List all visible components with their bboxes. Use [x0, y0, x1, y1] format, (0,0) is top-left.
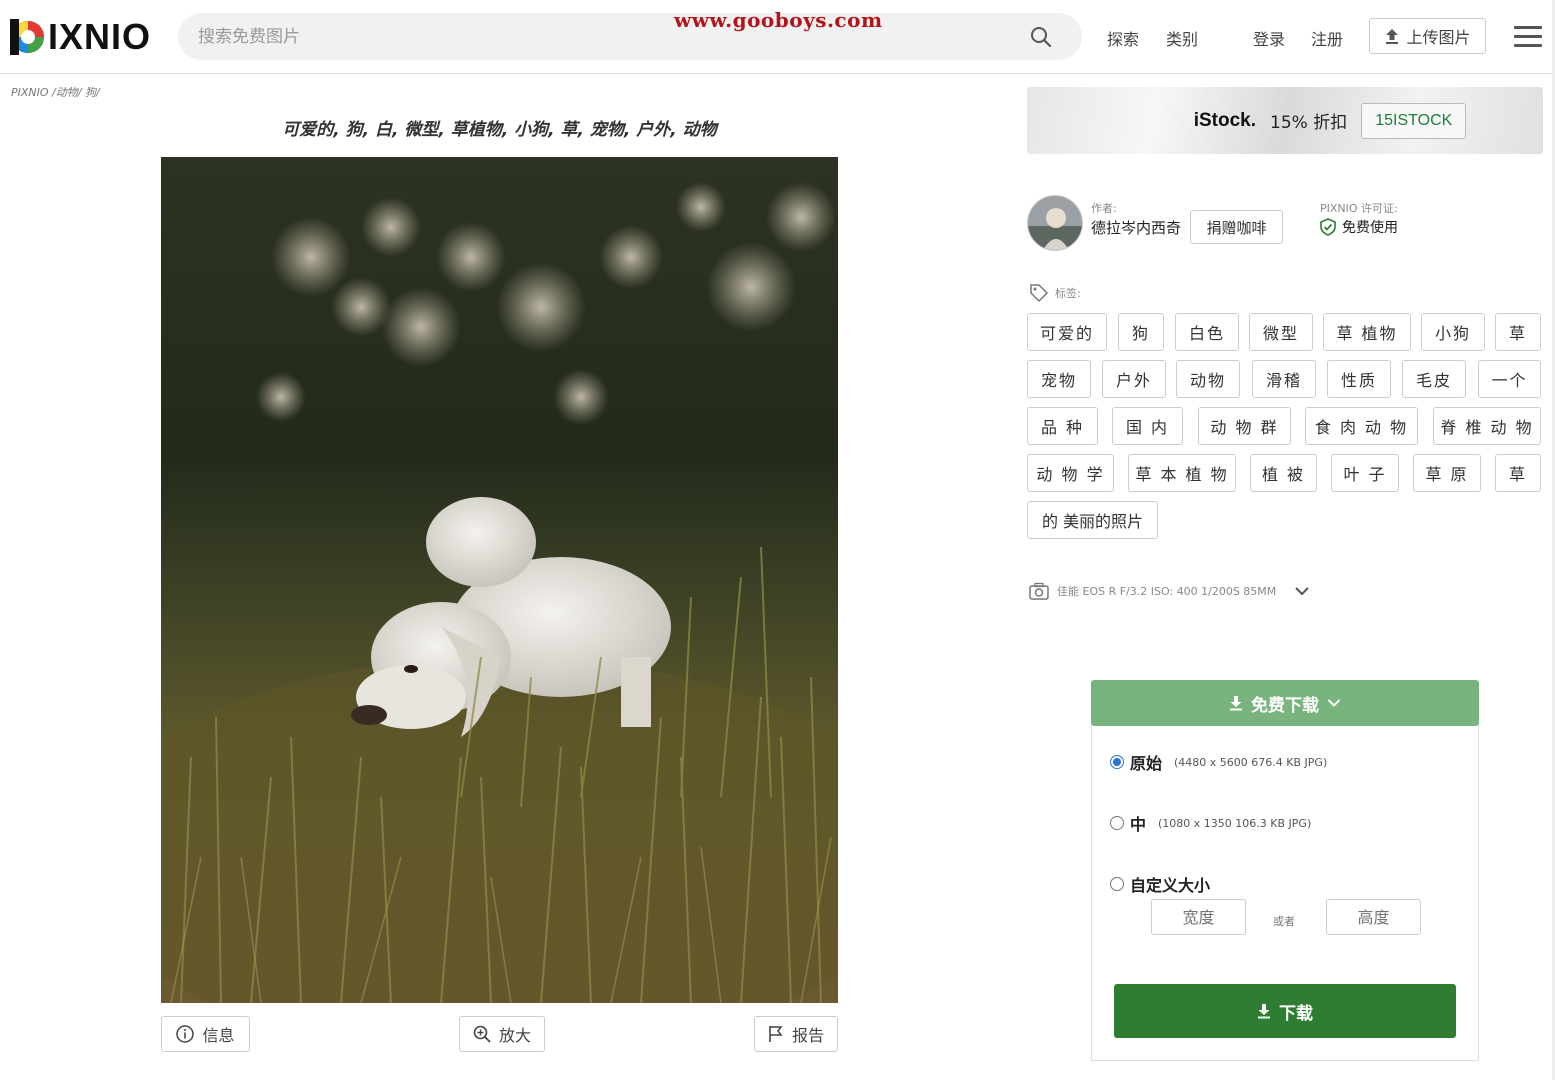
- size-option-medium[interactable]: 中 (1080 x 1350 106.3 KB JPG): [1110, 811, 1311, 835]
- watermark-text: www.gooboys.com: [674, 8, 883, 32]
- chevron-down-icon[interactable]: [1294, 585, 1310, 597]
- donate-coffee-button[interactable]: 捐赠咖啡: [1190, 210, 1283, 244]
- upload-icon: [1386, 29, 1399, 44]
- camera-icon: [1029, 582, 1049, 600]
- tag-chip[interactable]: 食 肉 动 物: [1305, 407, 1418, 445]
- download-button[interactable]: 下载: [1114, 984, 1456, 1038]
- search-icon[interactable]: [1030, 26, 1052, 48]
- tag-chip[interactable]: 微型: [1249, 313, 1313, 351]
- download-options-panel: 原始 (4480 x 5600 676.4 KB JPG) 中 (1080 x …: [1091, 726, 1479, 1061]
- page-title: 可爱的, 狗, 白, 微型, 草植物, 小狗, 草, 宠物, 户外, 动物: [282, 120, 717, 140]
- option-label: 原始: [1130, 754, 1163, 773]
- tag-chip[interactable]: 动 物 学: [1027, 454, 1114, 492]
- top-header: IXNIO www.gooboys.com 探索 类别 登录 注册 上传图片: [0, 0, 1555, 74]
- height-input[interactable]: [1326, 899, 1421, 935]
- ad-brand: iStock.: [1193, 109, 1257, 131]
- nav-categories-link[interactable]: 类别: [1166, 26, 1198, 50]
- nav-login-link[interactable]: 登录: [1253, 26, 1285, 50]
- tag-chip[interactable]: 动物: [1176, 360, 1240, 398]
- option-label: 中: [1130, 815, 1147, 834]
- license-label: PIXNIO 许可证:: [1320, 202, 1398, 215]
- tag-chip[interactable]: 动 物 群: [1198, 407, 1291, 445]
- flag-icon: [769, 1026, 783, 1042]
- tag-chip[interactable]: 的 美丽的照片: [1027, 501, 1158, 539]
- nav-explore-link[interactable]: 探索: [1107, 26, 1139, 50]
- zoom-button[interactable]: 放大: [459, 1016, 545, 1052]
- download-icon: [1258, 1004, 1270, 1019]
- tags-label: 标签:: [1055, 287, 1081, 300]
- photo-illustration: [161, 157, 838, 1003]
- camera-aperture-logo-icon: [10, 19, 44, 55]
- author-avatar[interactable]: [1027, 195, 1083, 251]
- breadcrumb[interactable]: PIXNIO /动物/ 狗/: [11, 84, 100, 100]
- download-icon: [1230, 696, 1242, 711]
- tag-chip[interactable]: 小狗: [1421, 313, 1485, 351]
- width-input[interactable]: [1151, 899, 1246, 935]
- license-value: 免费使用: [1320, 217, 1398, 237]
- report-button-label: 报告: [791, 1026, 824, 1045]
- radio-medium[interactable]: [1110, 816, 1124, 830]
- author-label: 作者:: [1091, 202, 1117, 215]
- tag-chip[interactable]: 草 本 植 物: [1128, 454, 1236, 492]
- tag-chip[interactable]: 叶 子: [1331, 454, 1399, 492]
- info-icon: [176, 1025, 195, 1043]
- info-button[interactable]: 信息: [161, 1016, 250, 1052]
- or-separator: 或者: [1273, 915, 1295, 928]
- tag-icon: [1030, 284, 1049, 303]
- option-meta: (4480 x 5600 676.4 KB JPG): [1174, 755, 1328, 769]
- upload-image-button[interactable]: 上传图片: [1369, 18, 1486, 54]
- tag-chip[interactable]: 毛皮: [1402, 360, 1466, 398]
- hamburger-menu-icon[interactable]: [1514, 26, 1542, 47]
- upload-button-label: 上传图片: [1406, 28, 1471, 47]
- main-photo-white-dog-in-grass[interactable]: [161, 157, 838, 1003]
- tag-chip[interactable]: 植 被: [1250, 454, 1317, 492]
- tag-chip[interactable]: 一个: [1478, 360, 1541, 398]
- tag-chip[interactable]: 狗: [1118, 313, 1164, 351]
- size-option-custom[interactable]: 自定义大小: [1110, 872, 1210, 896]
- camera-info[interactable]: 佳能 EOS R F/3.2 ISO: 400 1/200S 85MM: [1029, 582, 1310, 600]
- size-option-original[interactable]: 原始 (4480 x 5600 676.4 KB JPG): [1110, 750, 1327, 774]
- free-download-dropdown[interactable]: 免费下载: [1091, 680, 1479, 726]
- logo-text: IXNIO: [48, 16, 152, 57]
- radio-original[interactable]: [1110, 755, 1124, 769]
- tag-chip[interactable]: 户外: [1102, 360, 1166, 398]
- tag-chip[interactable]: 草 原: [1413, 454, 1481, 492]
- shield-check-icon: [1320, 218, 1336, 236]
- zoom-in-icon: [473, 1025, 491, 1043]
- pixnio-logo[interactable]: IXNIO: [10, 16, 152, 57]
- avatar-image: [1028, 196, 1082, 250]
- tag-chip[interactable]: 草 植物: [1323, 313, 1411, 351]
- report-button[interactable]: 报告: [754, 1016, 838, 1052]
- download-button-label: 下载: [1279, 1003, 1313, 1024]
- tag-chip[interactable]: 宠物: [1027, 360, 1091, 398]
- search-bar: [178, 13, 1082, 60]
- info-button-label: 信息: [202, 1026, 235, 1045]
- chevron-down-icon: [1327, 699, 1341, 707]
- tag-chip[interactable]: 白色: [1175, 313, 1239, 351]
- istock-ad-banner[interactable]: iStock. 15% 折扣 15ISTOCK: [1027, 87, 1543, 154]
- zoom-button-label: 放大: [498, 1026, 531, 1045]
- ad-offer: 15% 折扣: [1270, 113, 1348, 133]
- tag-chip[interactable]: 国 内: [1112, 407, 1183, 445]
- tag-chip[interactable]: 品 种: [1027, 407, 1098, 445]
- nav-register-link[interactable]: 注册: [1311, 26, 1343, 50]
- tag-chip[interactable]: 草: [1495, 313, 1541, 351]
- tag-chip[interactable]: 滑稽: [1252, 360, 1316, 398]
- ad-promo-code[interactable]: 15ISTOCK: [1361, 102, 1467, 139]
- author-name[interactable]: 德拉岑内西奇: [1091, 217, 1181, 238]
- option-label: 自定义大小: [1130, 876, 1211, 895]
- option-meta: (1080 x 1350 106.3 KB JPG): [1158, 816, 1312, 830]
- radio-custom[interactable]: [1110, 877, 1124, 891]
- tag-chip[interactable]: 草: [1495, 454, 1541, 492]
- tags-header: 标签:: [1029, 283, 1081, 303]
- tag-chip[interactable]: 可爱的: [1027, 313, 1107, 351]
- free-download-label: 免费下载: [1251, 695, 1319, 716]
- camera-specs: 佳能 EOS R F/3.2 ISO: 400 1/200S 85MM: [1057, 585, 1277, 598]
- tag-chip[interactable]: 脊 椎 动 物: [1433, 407, 1541, 445]
- license-value-text: 免费使用: [1342, 220, 1398, 236]
- tag-chip[interactable]: 性质: [1327, 360, 1391, 398]
